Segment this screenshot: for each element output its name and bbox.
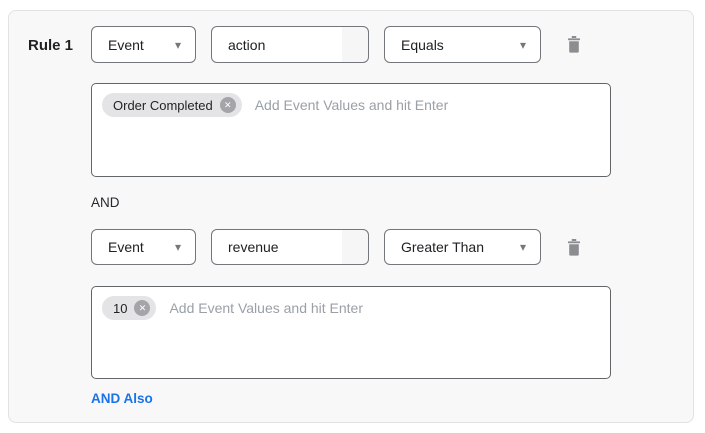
field-type-value-1: Event xyxy=(108,37,144,53)
property-input-1[interactable] xyxy=(211,26,369,63)
values-box-2[interactable]: 10 ✕ Add Event Values and hit Enter xyxy=(91,286,611,379)
value-chip-label: 10 xyxy=(113,301,127,316)
chevron-down-icon: ▾ xyxy=(175,241,181,253)
values-placeholder-1: Add Event Values and hit Enter xyxy=(255,97,449,113)
trash-icon xyxy=(567,239,581,256)
delete-condition-button-1[interactable] xyxy=(566,36,582,54)
chip-remove-button[interactable]: ✕ xyxy=(134,300,150,316)
operator-value-2: Greater Than xyxy=(401,239,484,255)
value-chip-label: Order Completed xyxy=(113,98,213,113)
field-type-value-2: Event xyxy=(108,239,144,255)
chip-remove-button[interactable]: ✕ xyxy=(220,97,236,113)
values-box-1[interactable]: Order Completed ✕ Add Event Values and h… xyxy=(91,83,611,177)
operator-value-1: Equals xyxy=(401,37,444,53)
operator-select-1[interactable]: Equals ▾ xyxy=(384,26,541,63)
field-type-select-2[interactable]: Event ▾ xyxy=(91,229,196,265)
property-input-2[interactable] xyxy=(211,229,369,265)
chevron-down-icon: ▾ xyxy=(175,39,181,51)
operator-select-2[interactable]: Greater Than ▾ xyxy=(384,229,541,265)
close-icon: ✕ xyxy=(224,97,232,113)
values-placeholder-2: Add Event Values and hit Enter xyxy=(169,300,363,316)
value-chip: 10 ✕ xyxy=(102,296,156,320)
chevron-down-icon: ▾ xyxy=(520,39,526,51)
and-separator-label: AND xyxy=(91,195,611,210)
rule-title: Rule 1 xyxy=(9,11,91,54)
condition-row-1: Event ▾ Equals ▾ xyxy=(91,26,611,63)
delete-condition-button-2[interactable] xyxy=(566,238,582,256)
trash-icon xyxy=(567,36,581,53)
field-type-select-1[interactable]: Event ▾ xyxy=(91,26,196,63)
close-icon: ✕ xyxy=(139,300,147,316)
rule-body: Event ▾ Equals ▾ Order Completed xyxy=(91,11,611,406)
and-also-link[interactable]: AND Also xyxy=(91,391,153,406)
rule-card: Rule 1 Event ▾ Equals ▾ xyxy=(8,10,694,423)
value-chip: Order Completed ✕ xyxy=(102,93,242,117)
condition-row-2: Event ▾ Greater Than ▾ xyxy=(91,229,611,265)
chevron-down-icon: ▾ xyxy=(520,241,526,253)
